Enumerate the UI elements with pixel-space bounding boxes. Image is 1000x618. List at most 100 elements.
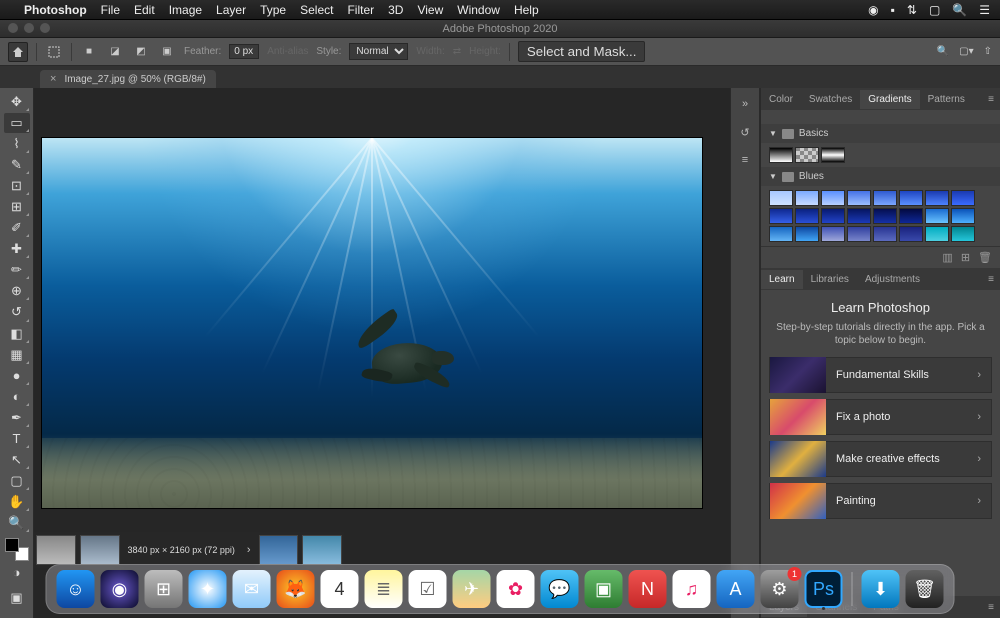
sync-icon[interactable]: ⇅	[907, 3, 917, 17]
dock-downloads[interactable]: ⬇	[862, 570, 900, 608]
panel-menu-icon[interactable]: ≡	[982, 274, 1000, 285]
gradient-swatch[interactable]	[925, 208, 949, 224]
learn-card[interactable]: Painting›	[769, 483, 992, 519]
menu-filter[interactable]: Filter	[347, 3, 374, 17]
style-select[interactable]: Normal	[349, 43, 408, 60]
document-tab[interactable]: × Image_27.jpg @ 50% (RGB/8#)	[40, 70, 216, 88]
tab-adjustments[interactable]: Adjustments	[857, 270, 928, 289]
dock-maps[interactable]: ✈	[453, 570, 491, 608]
eraser-tool[interactable]: ◧	[4, 324, 30, 344]
menu-3d[interactable]: 3D	[388, 3, 403, 17]
menu-file[interactable]: File	[101, 3, 120, 17]
gradient-swatch[interactable]	[899, 226, 923, 242]
tab-gradients[interactable]: Gradients	[860, 90, 919, 109]
history-panel-icon[interactable]: ↺	[735, 122, 755, 142]
dodge-tool[interactable]: ◐	[4, 387, 30, 407]
dock-appstore[interactable]: A	[717, 570, 755, 608]
zoom-tool[interactable]: 🔍	[4, 513, 30, 533]
dock-finder[interactable]: ☺	[57, 570, 95, 608]
gradient-swatch[interactable]	[951, 190, 975, 206]
gradient-swatch[interactable]	[795, 190, 819, 206]
recent-thumb[interactable]	[302, 535, 342, 565]
foreground-background-colors[interactable]	[5, 538, 29, 561]
panel-menu-icon[interactable]: ≡	[982, 602, 1000, 613]
healing-brush-tool[interactable]: ✚	[4, 239, 30, 259]
path-select-tool[interactable]: ↖	[4, 450, 30, 470]
feather-input[interactable]: 0 px	[229, 44, 259, 59]
tab-learn[interactable]: Learn	[761, 270, 803, 289]
cc-status-icon[interactable]: ◉	[868, 3, 878, 17]
search-icon[interactable]: 🔍	[937, 46, 949, 57]
close-window-button[interactable]	[8, 23, 18, 33]
control-center-icon[interactable]: ☰	[979, 3, 990, 17]
airplay-icon[interactable]: ▢	[929, 3, 940, 17]
type-tool[interactable]: T	[4, 429, 30, 449]
crop-tool[interactable]: ⊡	[4, 176, 30, 196]
dock-trash[interactable]: 🗑	[906, 570, 944, 608]
blur-tool[interactable]: ●	[4, 366, 30, 386]
gradient-swatch[interactable]	[873, 190, 897, 206]
expand-panels-icon[interactable]: »	[735, 94, 755, 114]
document-canvas[interactable]	[42, 138, 702, 508]
gradient-swatch[interactable]	[795, 147, 819, 163]
gradient-swatch[interactable]	[769, 226, 793, 242]
dock-music[interactable]: ♫	[673, 570, 711, 608]
tab-swatches[interactable]: Swatches	[801, 90, 860, 109]
share-icon[interactable]: ⇧	[984, 46, 992, 57]
eyedropper-tool[interactable]: ✐	[4, 218, 30, 238]
recent-thumb[interactable]	[80, 535, 120, 565]
gradient-group-header[interactable]: ▼Basics	[761, 124, 1000, 143]
gradient-swatch[interactable]	[821, 226, 845, 242]
search-icon[interactable]: 🔍	[952, 3, 967, 17]
learn-card[interactable]: Fix a photo›	[769, 399, 992, 435]
workspace-switcher-icon[interactable]: ▢▾	[959, 46, 973, 57]
add-selection-icon[interactable]: ◪	[106, 43, 124, 61]
dock-mail[interactable]: ✉	[233, 570, 271, 608]
menu-edit[interactable]: Edit	[134, 3, 155, 17]
delete-gradient-icon[interactable]: 🗑	[978, 251, 992, 264]
intersect-selection-icon[interactable]: ▣	[158, 43, 176, 61]
recent-thumb[interactable]	[36, 535, 76, 565]
panel-menu-icon[interactable]: ≡	[982, 94, 1000, 105]
menu-type[interactable]: Type	[260, 3, 286, 17]
clone-stamp-tool[interactable]: ⊕	[4, 281, 30, 301]
dock-calendar[interactable]: 4	[321, 570, 359, 608]
gradient-swatch[interactable]	[873, 226, 897, 242]
menu-window[interactable]: Window	[457, 3, 500, 17]
gradient-swatch[interactable]	[899, 190, 923, 206]
gradient-swatch[interactable]	[769, 147, 793, 163]
dock-facetime[interactable]: ▣	[585, 570, 623, 608]
gradient-swatch[interactable]	[795, 226, 819, 242]
rectangle-tool[interactable]: ▢	[4, 471, 30, 491]
close-tab-icon[interactable]: ×	[50, 73, 56, 85]
lasso-tool[interactable]: ⌇	[4, 134, 30, 154]
dock-launchpad[interactable]: ⊞	[145, 570, 183, 608]
marquee-tool-preset-icon[interactable]	[45, 43, 63, 61]
tab-patterns[interactable]: Patterns	[920, 90, 973, 109]
rect-marquee-tool[interactable]: ▭	[4, 113, 30, 133]
move-tool[interactable]: ✥	[4, 92, 30, 112]
history-brush-tool[interactable]: ↺	[4, 302, 30, 322]
recent-thumb[interactable]	[259, 535, 299, 565]
dock-reminders[interactable]: ☑	[409, 570, 447, 608]
gradient-swatch[interactable]	[925, 226, 949, 242]
screen-mode-icon[interactable]: ▣	[4, 587, 30, 608]
properties-panel-icon[interactable]: ≡	[735, 150, 755, 170]
pen-tool[interactable]: ✒	[4, 408, 30, 428]
menu-layer[interactable]: Layer	[216, 3, 246, 17]
info-chevron-icon[interactable]: ›	[241, 544, 257, 556]
gradient-swatch[interactable]	[795, 208, 819, 224]
gradient-swatch[interactable]	[821, 190, 845, 206]
minimize-window-button[interactable]	[24, 23, 34, 33]
gradient-swatch[interactable]	[899, 208, 923, 224]
gradient-swatch[interactable]	[769, 208, 793, 224]
gradient-swatch[interactable]	[873, 208, 897, 224]
gradient-swatch[interactable]	[821, 147, 845, 163]
gradient-tool[interactable]: ▦	[4, 345, 30, 365]
new-gradient-icon[interactable]: ⊞	[961, 251, 970, 264]
gradient-swatch[interactable]	[925, 190, 949, 206]
home-button[interactable]	[8, 42, 28, 62]
brush-tool[interactable]: ✏	[4, 260, 30, 280]
gradient-swatch[interactable]	[769, 190, 793, 206]
frame-tool[interactable]: ⊞	[4, 197, 30, 217]
